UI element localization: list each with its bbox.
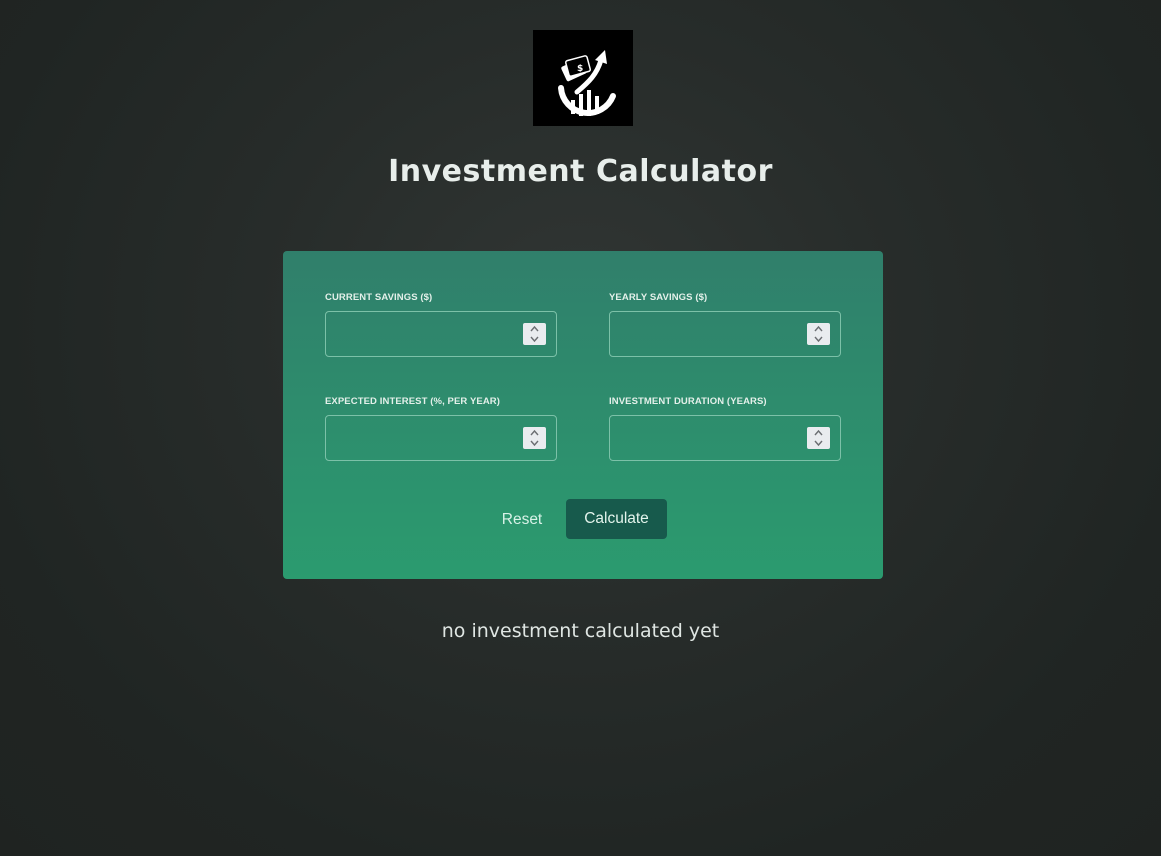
yearly-savings-stepper[interactable]	[807, 323, 830, 345]
investment-duration-label: INVESTMENT DURATION (YEARS)	[609, 396, 767, 407]
investment-duration-input-box	[609, 415, 841, 461]
result-status-text: no investment calculated yet	[441, 620, 720, 642]
expected-interest-stepper[interactable]	[523, 427, 546, 449]
page-title: Investment Calculator	[388, 154, 773, 189]
chevron-up-icon[interactable]	[523, 323, 546, 334]
reset-button[interactable]: Reset	[493, 507, 551, 533]
chevron-down-icon[interactable]	[807, 334, 830, 345]
expected-interest-field: EXPECTED INTEREST (%, PER YEAR)	[325, 396, 557, 461]
investment-growth-logo-icon: $	[533, 30, 633, 126]
current-savings-input-box	[325, 311, 557, 357]
chevron-up-icon[interactable]	[807, 427, 830, 438]
current-savings-field: CURRENT SAVINGS ($)	[325, 292, 557, 357]
yearly-savings-input-box	[609, 311, 841, 357]
calculate-button[interactable]: Calculate	[566, 499, 667, 539]
calculator-form-card: CURRENT SAVINGS ($) YEARLY SAVINGS ($) E…	[283, 251, 883, 579]
chevron-up-icon[interactable]	[807, 323, 830, 334]
expected-interest-input-box	[325, 415, 557, 461]
chevron-down-icon[interactable]	[523, 334, 546, 345]
current-savings-input[interactable]	[326, 312, 556, 356]
expected-interest-label: EXPECTED INTEREST (%, PER YEAR)	[325, 396, 501, 407]
chevron-down-icon[interactable]	[523, 438, 546, 449]
svg-text:$: $	[577, 64, 583, 74]
chevron-up-icon[interactable]	[523, 427, 546, 438]
yearly-savings-field: YEARLY SAVINGS ($)	[609, 292, 841, 357]
current-savings-label: CURRENT SAVINGS ($)	[325, 292, 433, 303]
investment-duration-stepper[interactable]	[807, 427, 830, 449]
investment-duration-field: INVESTMENT DURATION (YEARS)	[609, 396, 841, 461]
chevron-down-icon[interactable]	[807, 438, 830, 449]
current-savings-stepper[interactable]	[523, 323, 546, 345]
expected-interest-input[interactable]	[326, 416, 556, 460]
investment-duration-input[interactable]	[610, 416, 840, 460]
yearly-savings-label: YEARLY SAVINGS ($)	[609, 292, 708, 303]
yearly-savings-input[interactable]	[610, 312, 840, 356]
app-logo: $	[533, 30, 633, 126]
